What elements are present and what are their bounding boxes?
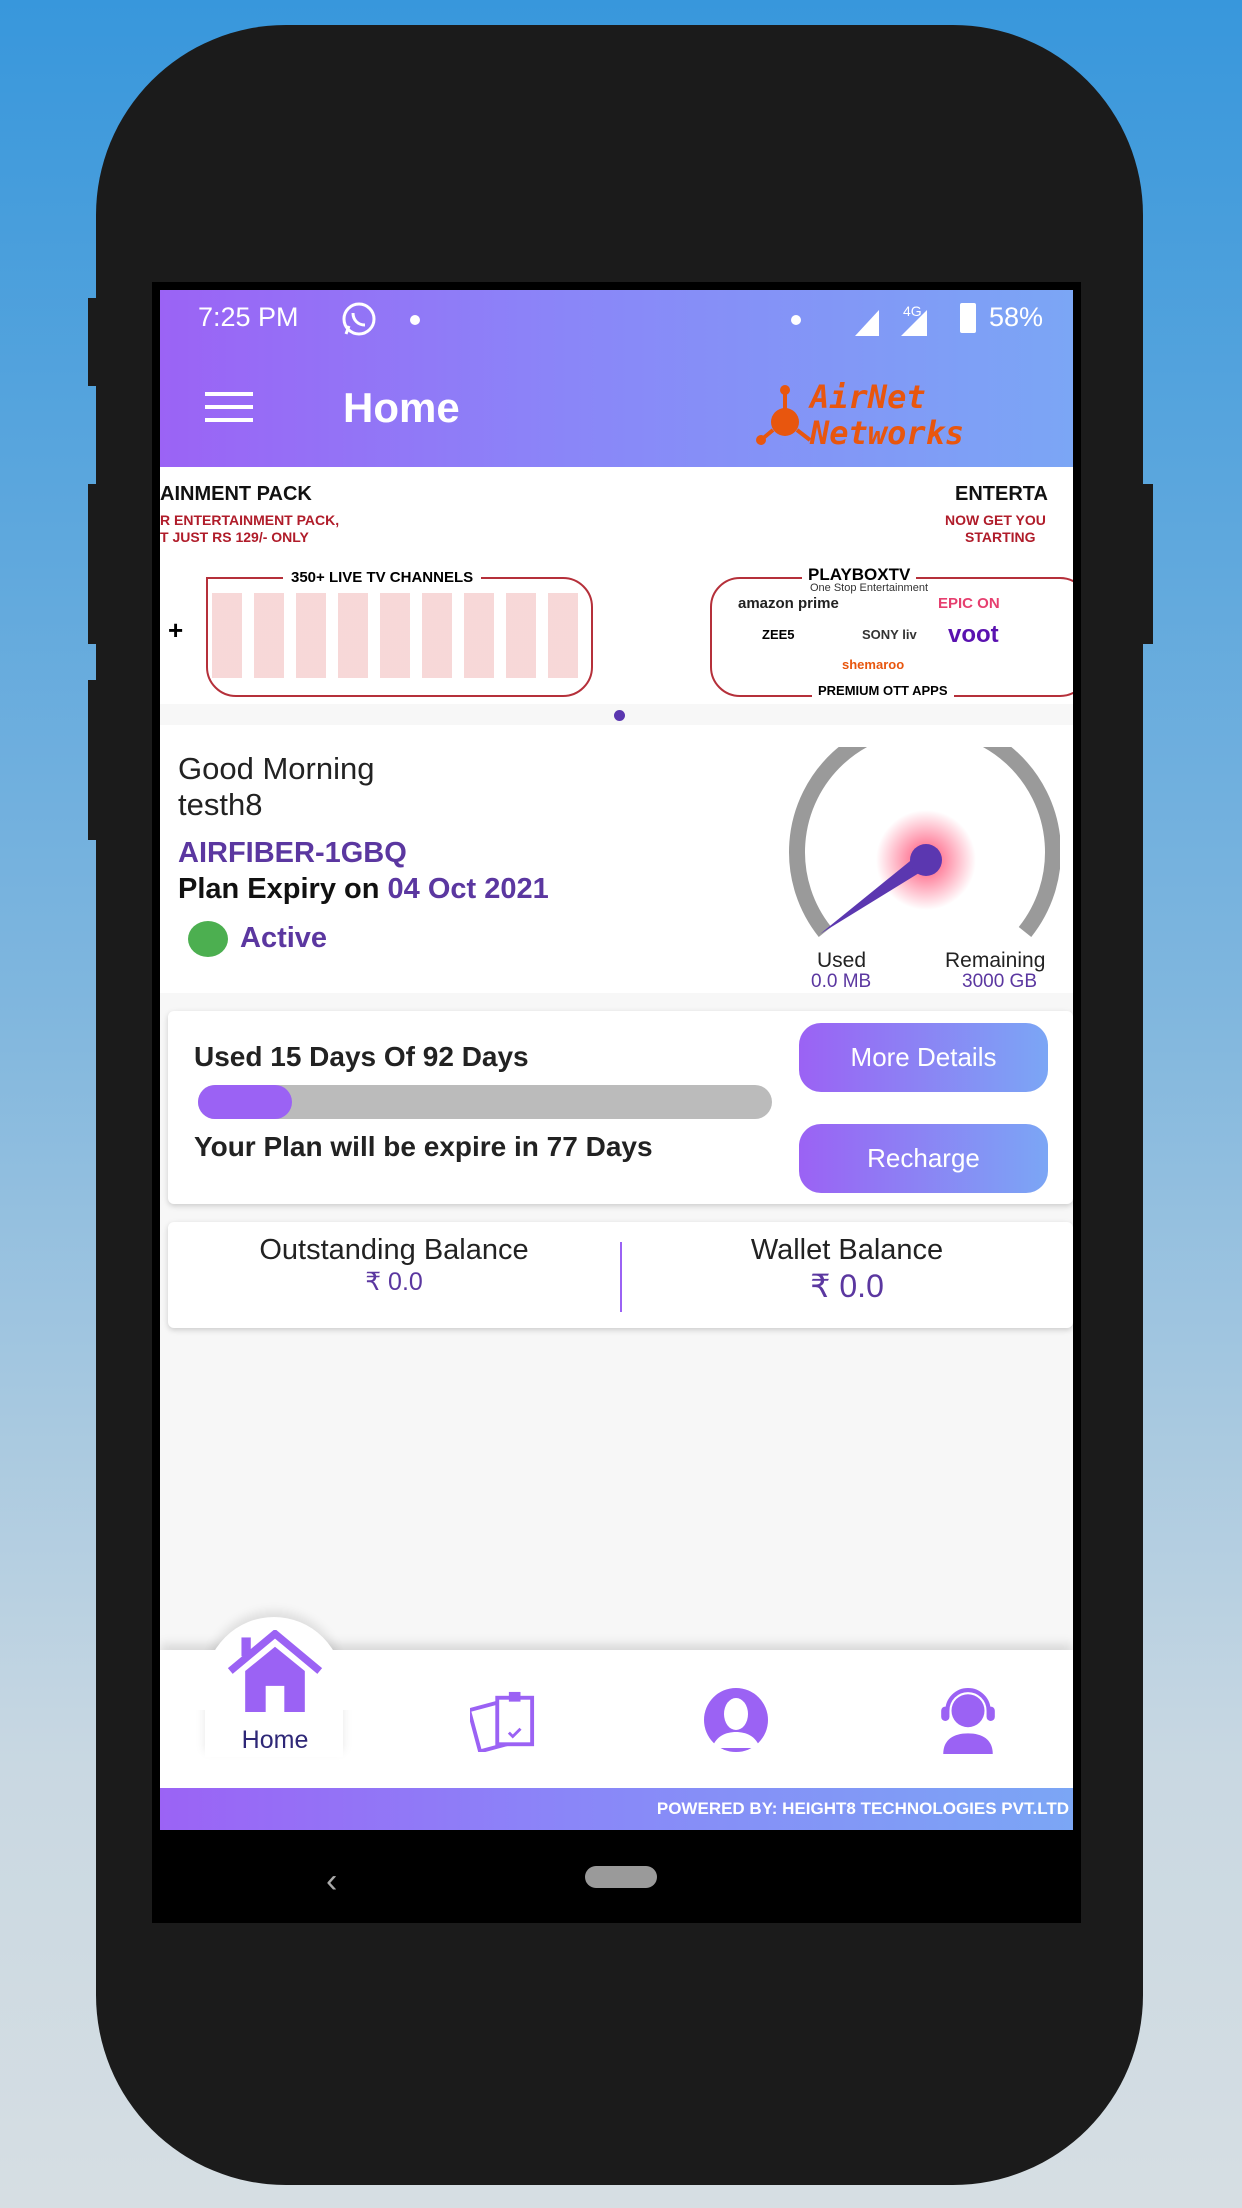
slide-title: ENTERTA xyxy=(955,483,1048,505)
username: testh8 xyxy=(178,787,263,822)
battery-icon xyxy=(960,303,976,333)
app-header: 7:25 PM 4G 58% Home AirNet Networks xyxy=(160,290,1073,467)
phone-button xyxy=(1141,484,1153,644)
usage-gauge xyxy=(789,747,1060,937)
support-headset-icon xyxy=(941,1688,995,1754)
slide-title: AINMENT PACK xyxy=(160,483,312,505)
status-indicator xyxy=(188,921,228,957)
whatsapp-icon xyxy=(340,300,378,338)
wallet-value: ₹ 0.0 xyxy=(810,1268,884,1304)
home-icon xyxy=(227,1630,323,1712)
expiry-label: Plan Expiry on xyxy=(178,873,380,905)
phone-button xyxy=(88,484,100,644)
back-button[interactable]: ‹ xyxy=(326,1862,337,1901)
account-card: Good Morning testh8 AIRFIBER-1GBQ Plan E… xyxy=(160,725,1073,993)
promo-carousel[interactable]: AINMENT PACK R ENTERTAINMENT PACK, T JUS… xyxy=(160,467,1073,704)
plus-sign: + xyxy=(168,615,184,645)
remaining-value: 3000 GB xyxy=(962,971,1037,992)
brand-tagline: One Stop Entertainment xyxy=(808,582,931,594)
svg-text:4G: 4G xyxy=(903,303,922,319)
slide-text: STARTING xyxy=(965,529,1036,545)
used-days-text: Used 15 Days Of 92 Days xyxy=(194,1041,529,1072)
powered-by-text: POWERED BY: HEIGHT8 TECHNOLOGIES PVT.LTD xyxy=(656,1799,1069,1818)
status-time: 7:25 PM xyxy=(198,302,299,332)
ott-box: PLAYBOXTV One Stop Entertainment amazon … xyxy=(710,565,1073,698)
outstanding-value: ₹ 0.0 xyxy=(365,1268,423,1296)
nav-profile[interactable] xyxy=(700,1688,772,1757)
hamburger-icon[interactable] xyxy=(205,392,253,422)
phone-button xyxy=(88,298,100,386)
nav-home[interactable]: Home xyxy=(200,1630,350,1780)
more-details-button[interactable]: More Details xyxy=(799,1023,1048,1092)
nav-support[interactable] xyxy=(937,1688,999,1759)
used-value: 0.0 MB xyxy=(811,971,872,992)
airnet-logo: AirNet Networks xyxy=(755,378,964,460)
page-title: Home xyxy=(343,384,460,431)
app: 7:25 PM 4G 58% Home AirNet Networks AINM… xyxy=(160,290,1073,1830)
status-badge: Active xyxy=(240,922,328,954)
nav-plans[interactable] xyxy=(466,1690,540,1757)
expire-text: Your Plan will be expire in 77 Days xyxy=(194,1131,653,1162)
slide-text: T JUST RS 129/- ONLY xyxy=(160,529,309,545)
balance-card: Outstanding Balance ₹ 0.0 Wallet Balance… xyxy=(168,1222,1073,1328)
plan-progress-bar xyxy=(198,1085,772,1119)
slide-text: NOW GET YOU xyxy=(945,512,1046,528)
phone-button xyxy=(88,680,100,840)
slide-text: R ENTERTAINMENT PACK, xyxy=(160,512,340,528)
expiry-date: 04 Oct 2021 xyxy=(387,873,549,905)
progress-fill xyxy=(198,1085,292,1119)
remaining-label: Remaining xyxy=(945,949,1046,972)
recharge-button[interactable]: Recharge xyxy=(799,1124,1048,1193)
channel-logos xyxy=(212,593,587,678)
notification-dot xyxy=(410,315,420,325)
plan-name: AIRFIBER-1GBQ xyxy=(178,837,407,869)
home-gesture-button[interactable] xyxy=(585,1866,657,1888)
signal-icon: 4G xyxy=(855,302,955,338)
notification-dot xyxy=(791,315,801,325)
used-label: Used xyxy=(817,949,867,972)
carousel-indicator[interactable] xyxy=(614,710,625,721)
footer-bar: POWERED BY: HEIGHT8 TECHNOLOGIES PVT.LTD xyxy=(160,1788,1073,1830)
outstanding-label: Outstanding Balance xyxy=(259,1234,529,1266)
greeting: Good Morning xyxy=(178,751,375,786)
user-profile-icon xyxy=(704,1688,768,1752)
clipboard-icon xyxy=(466,1691,535,1754)
channels-box: 350+ LIVE TV CHANNELS xyxy=(206,569,593,697)
plan-card: Used 15 Days Of 92 Days Your Plan will b… xyxy=(168,1011,1073,1204)
wallet-label: Wallet Balance xyxy=(750,1234,944,1266)
battery-level: 58% xyxy=(989,302,1044,332)
nav-home-label: Home xyxy=(241,1726,309,1754)
